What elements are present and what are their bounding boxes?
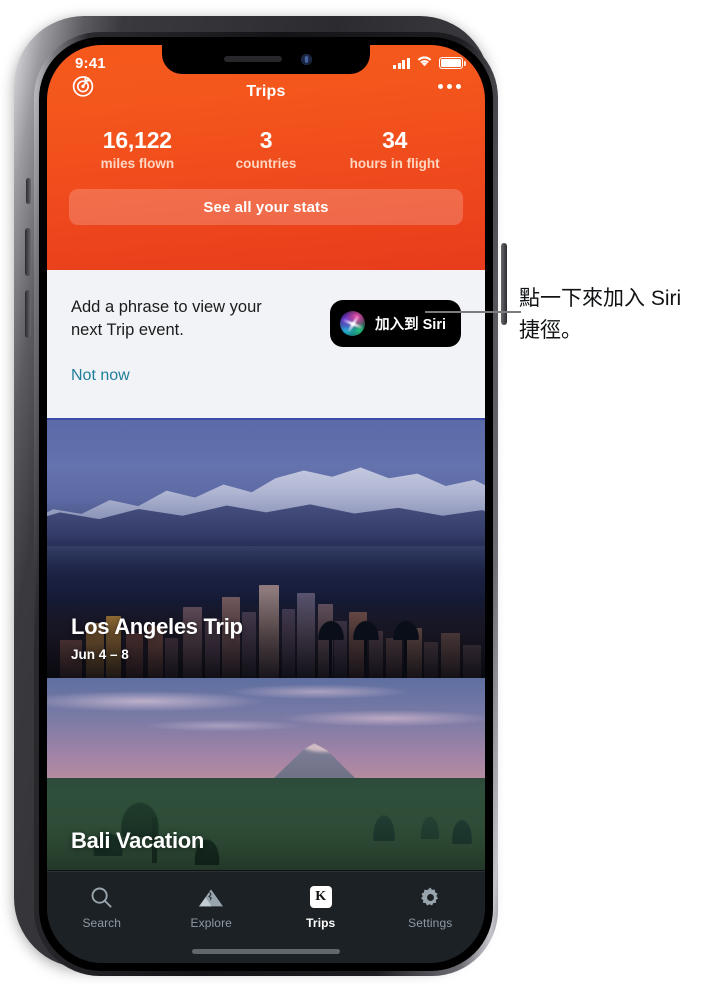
tab-label: Explore bbox=[190, 916, 232, 930]
siri-card-row: Add a phrase to view your next Trip even… bbox=[71, 296, 461, 347]
stat-value: 16,122 bbox=[102, 127, 172, 153]
stat-value: 34 bbox=[382, 127, 408, 153]
callout-text: 點一下來加入 Siri 捷徑。 bbox=[519, 287, 682, 342]
radar-target-icon[interactable] bbox=[71, 74, 95, 98]
volume-down-button[interactable] bbox=[25, 290, 31, 338]
trip-title: Bali Vacation bbox=[71, 828, 205, 853]
la-palm-tree bbox=[314, 614, 348, 678]
stats-summary: 16,122 miles flown 3 countries 34 hours … bbox=[47, 105, 485, 171]
tab-explore[interactable]: Explore bbox=[157, 885, 267, 930]
tab-trips[interactable]: K Trips bbox=[266, 885, 376, 930]
volume-up-button[interactable] bbox=[25, 228, 31, 276]
siri-orb-icon bbox=[340, 311, 366, 336]
see-all-stats-button[interactable]: See all your stats bbox=[69, 189, 463, 225]
add-to-siri-button[interactable]: 加入到 Siri bbox=[330, 300, 461, 347]
la-palm-tree bbox=[389, 614, 423, 678]
battery-icon bbox=[439, 57, 466, 69]
phone-device-frame: 9:41 Trips 16,122 miles flown 3 countrie… bbox=[14, 16, 507, 976]
device-notch bbox=[162, 45, 370, 74]
trip-card-caption: Los Angeles Trip Jun 4 – 8 bbox=[71, 614, 243, 662]
trip-card-los-angeles[interactable]: Los Angeles Trip Jun 4 – 8 bbox=[47, 420, 485, 678]
stat-item: 16,122 miles flown bbox=[73, 127, 202, 171]
tab-search[interactable]: Search bbox=[47, 885, 157, 930]
app-header: Trips 16,122 miles flown 3 countries 34 … bbox=[47, 45, 485, 270]
k-badge-icon: K bbox=[309, 885, 332, 909]
magnifier-icon bbox=[90, 885, 113, 909]
status-bar-time: 9:41 bbox=[75, 54, 106, 72]
add-to-siri-label: 加入到 Siri bbox=[375, 317, 446, 333]
tab-label: Settings bbox=[408, 916, 453, 930]
trip-card-caption: Bali Vacation bbox=[71, 828, 204, 854]
earpiece-speaker bbox=[224, 56, 282, 62]
trip-card-bali[interactable]: Bali Vacation bbox=[47, 678, 485, 870]
mountains-icon bbox=[198, 885, 224, 909]
phone-screen: 9:41 Trips 16,122 miles flown 3 countrie… bbox=[47, 45, 485, 963]
home-indicator[interactable] bbox=[192, 949, 340, 954]
wifi-icon bbox=[416, 54, 433, 72]
stat-label: countries bbox=[235, 156, 297, 171]
tab-label: Trips bbox=[306, 916, 336, 930]
callout-leader-line bbox=[425, 311, 521, 313]
tab-label: Search bbox=[82, 916, 122, 930]
stat-item: 34 hours in flight bbox=[330, 127, 459, 171]
screenshot-root: 9:41 Trips 16,122 miles flown 3 countrie… bbox=[0, 0, 705, 984]
silent-switch[interactable] bbox=[26, 178, 31, 204]
siri-prompt-text: Add a phrase to view your next Trip even… bbox=[71, 298, 262, 339]
signal-bars-icon bbox=[393, 57, 410, 69]
stat-label: miles flown bbox=[100, 156, 175, 171]
more-options-icon[interactable] bbox=[438, 83, 461, 89]
stat-value: 3 bbox=[259, 127, 273, 153]
trip-title: Los Angeles Trip bbox=[71, 614, 243, 639]
trip-dates: Jun 4 – 8 bbox=[71, 647, 129, 662]
siri-suggestion-card: Add a phrase to view your next Trip even… bbox=[47, 270, 485, 420]
gear-icon bbox=[419, 885, 442, 909]
status-bar-indicators bbox=[393, 54, 466, 72]
stat-label: hours in flight bbox=[349, 156, 440, 171]
stat-item: 3 countries bbox=[202, 127, 331, 171]
la-palm-tree bbox=[349, 614, 383, 678]
front-camera-icon bbox=[301, 54, 312, 65]
not-now-link[interactable]: Not now bbox=[71, 367, 130, 385]
tab-settings[interactable]: Settings bbox=[376, 885, 486, 930]
